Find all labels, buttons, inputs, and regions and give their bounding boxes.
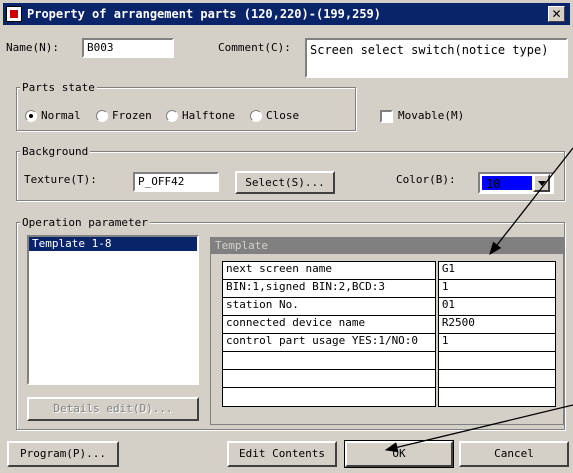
row-value[interactable]: 1: [437, 279, 556, 299]
select-texture-button[interactable]: Select(S)...: [235, 171, 335, 194]
comment-label: Comment(C):: [218, 41, 291, 54]
color-dropdown-button[interactable]: [533, 174, 550, 192]
row-name: connected device name: [222, 315, 436, 335]
row-name: station No.: [222, 297, 436, 317]
chevron-down-icon: [538, 181, 546, 186]
row-value[interactable]: [437, 369, 556, 389]
row-value[interactable]: [437, 351, 556, 371]
ok-button[interactable]: OK: [345, 441, 453, 467]
list-item[interactable]: Template 1-8: [29, 237, 197, 251]
row-name: [222, 351, 436, 371]
row-value[interactable]: [437, 387, 556, 407]
color-select[interactable]: 10: [478, 172, 554, 194]
texture-value: P_OFF42: [138, 175, 185, 188]
cancel-button[interactable]: Cancel: [459, 441, 569, 467]
window-title: Property of arrangement parts (120,220)-…: [27, 7, 382, 21]
row-value[interactable]: 1: [437, 333, 556, 353]
radio-normal[interactable]: [25, 110, 37, 122]
template-list[interactable]: Template 1-8: [27, 235, 199, 385]
radio-close[interactable]: [250, 110, 262, 122]
movable-label[interactable]: Movable(M): [398, 108, 464, 124]
close-icon: ✕: [551, 7, 562, 21]
row-name: BIN:1,signed BIN:2,BCD:3: [222, 279, 436, 299]
texture-input[interactable]: P_OFF42: [133, 172, 219, 192]
app-icon: [6, 6, 22, 22]
parts-state-title: Parts state: [20, 81, 97, 94]
texture-label: Texture(T):: [24, 173, 97, 186]
name-input[interactable]: B003: [82, 38, 174, 58]
radio-halftone[interactable]: [166, 110, 178, 122]
movable-checkbox[interactable]: [380, 110, 393, 123]
comment-input[interactable]: Screen select switch(notice type): [305, 38, 568, 78]
row-value[interactable]: R2500: [437, 315, 556, 335]
operation-parameter-title: Operation parameter: [20, 216, 150, 229]
ok-button-frame[interactable]: OK: [344, 440, 454, 468]
title-bar[interactable]: Property of arrangement parts (120,220)-…: [3, 3, 570, 25]
comment-value: Screen select switch(notice type): [310, 43, 549, 57]
close-button[interactable]: ✕: [548, 6, 565, 22]
background-title: Background: [20, 145, 91, 158]
template-header: Template: [211, 238, 563, 254]
name-value: B003: [87, 41, 114, 54]
radio-halftone-label[interactable]: Halftone: [182, 108, 235, 124]
radio-close-label[interactable]: Close: [266, 108, 299, 124]
program-button[interactable]: Program(P)...: [7, 441, 119, 467]
color-value: 10: [486, 177, 501, 191]
row-name: [222, 387, 436, 407]
details-edit-button[interactable]: Details edit(D)...: [27, 397, 199, 421]
row-name: [222, 369, 436, 389]
template-rows: next screen name G1 BIN:1,signed BIN:2,BC…: [222, 261, 556, 407]
row-value[interactable]: 01: [437, 297, 556, 317]
color-label: Color(B):: [396, 173, 456, 186]
row-value[interactable]: G1: [437, 261, 556, 281]
row-name: next screen name: [222, 261, 436, 281]
radio-frozen[interactable]: [96, 110, 108, 122]
radio-normal-label[interactable]: Normal: [41, 108, 81, 124]
name-label: Name(N):: [6, 41, 59, 54]
row-name: control part usage YES:1/NO:0: [222, 333, 436, 353]
radio-frozen-label[interactable]: Frozen: [112, 108, 152, 124]
edit-contents-button[interactable]: Edit Contents: [227, 441, 337, 467]
